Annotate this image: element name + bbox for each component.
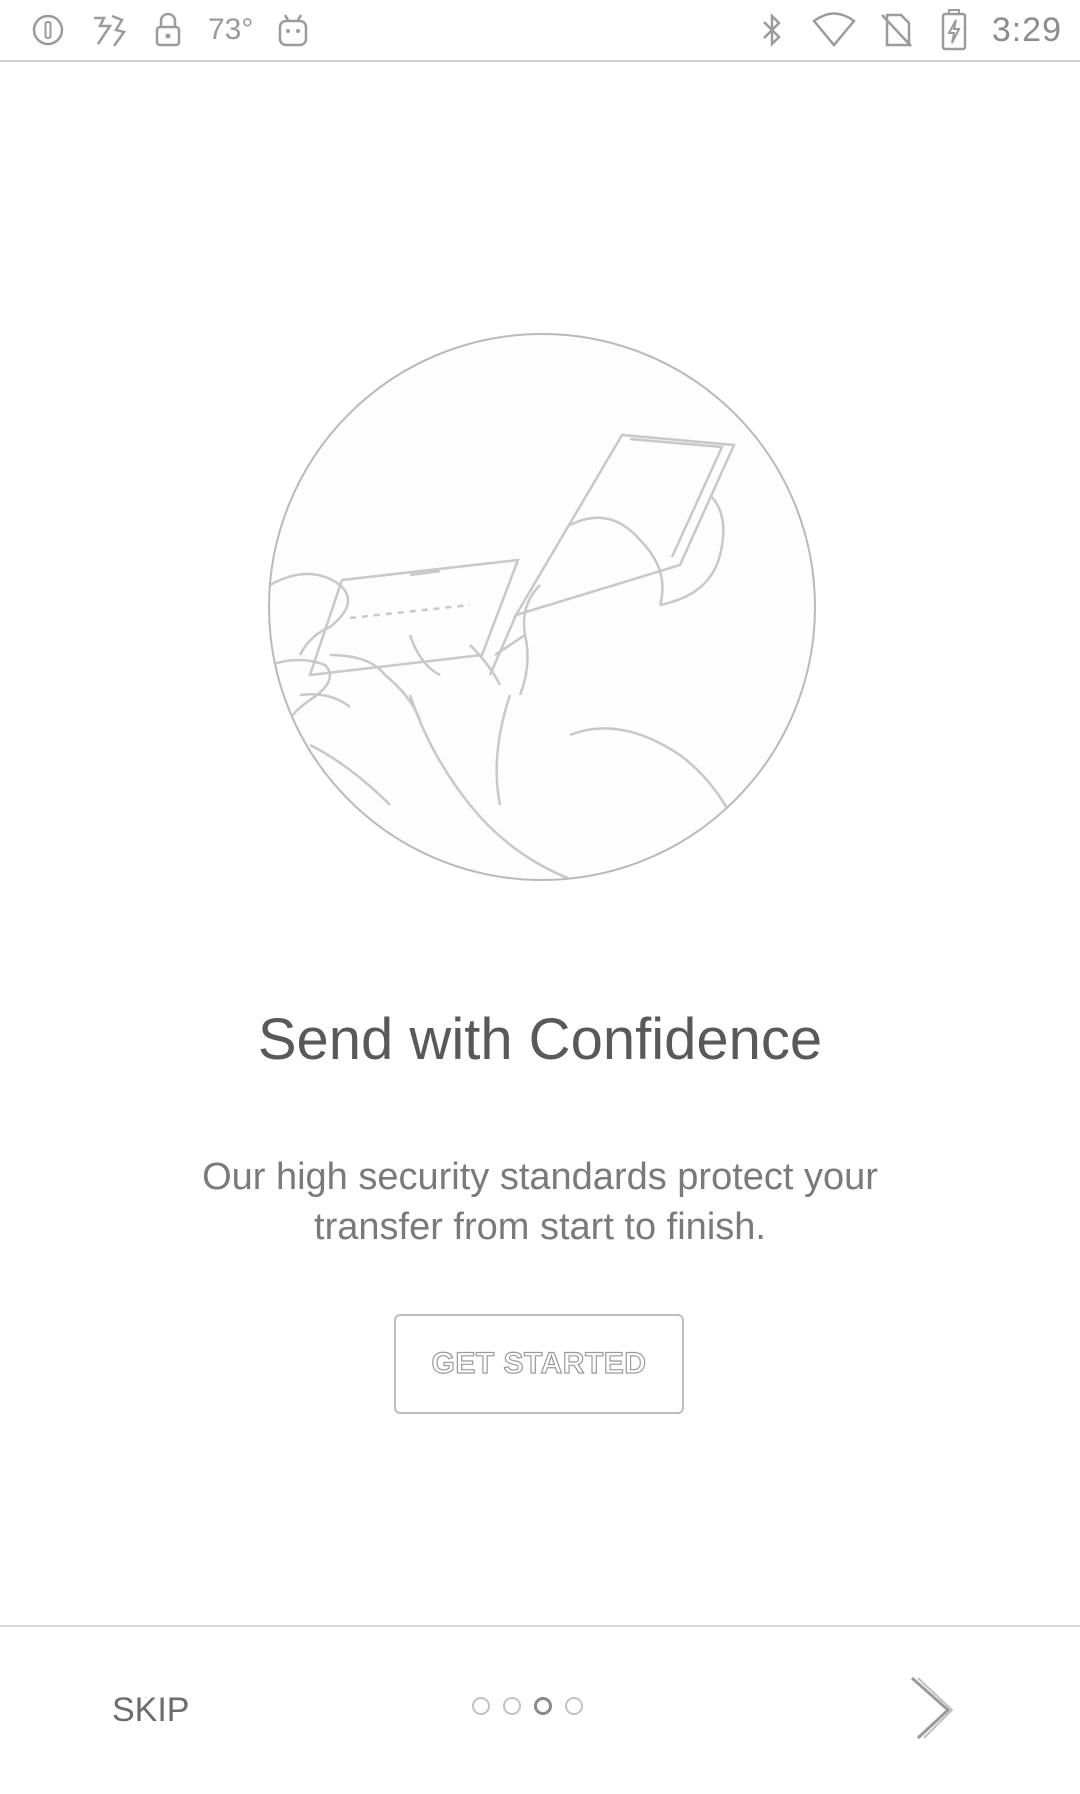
next-button[interactable]	[900, 1672, 960, 1742]
status-clock: 3:29	[991, 10, 1062, 49]
chevron-right-icon	[911, 1676, 954, 1740]
wifi-icon	[810, 10, 858, 50]
android-icon	[273, 10, 313, 50]
page-indicator	[472, 1697, 583, 1715]
bluetooth-icon	[752, 10, 792, 50]
temperature-label: 73°	[208, 13, 254, 46]
bottom-navigation: SKIP	[0, 1625, 1080, 1794]
onboarding-screen: 73° 3:29 Send with Confidence Our high s…	[0, 0, 1080, 1794]
description-line-2: transfer from start to finish.	[314, 1206, 766, 1248]
status-bar-right: 3:29	[752, 0, 1062, 60]
description-line-1: Our high security standards protect your	[202, 1156, 878, 1198]
page-dot-4[interactable]	[565, 1697, 583, 1715]
sports-icon	[88, 10, 128, 50]
lock-icon	[148, 10, 188, 50]
skip-button[interactable]: SKIP	[112, 1691, 189, 1730]
battery-charging-icon	[934, 9, 974, 51]
no-sim-icon	[876, 10, 916, 50]
page-dot-3-active[interactable]	[534, 1697, 552, 1715]
headline: Send with Confidence	[257, 1007, 823, 1072]
hands-card-phone-image	[270, 433, 742, 879]
page-dot-2[interactable]	[503, 1697, 521, 1715]
status-bar-left: 73°	[28, 0, 313, 60]
info-icon	[28, 10, 68, 50]
hero-image	[268, 333, 816, 881]
description: Our high security standards protect your…	[140, 1152, 940, 1252]
get-started-button[interactable]: GET STARTED	[394, 1314, 684, 1414]
status-bar: 73° 3:29	[0, 0, 1080, 62]
page-dot-1[interactable]	[472, 1697, 490, 1715]
